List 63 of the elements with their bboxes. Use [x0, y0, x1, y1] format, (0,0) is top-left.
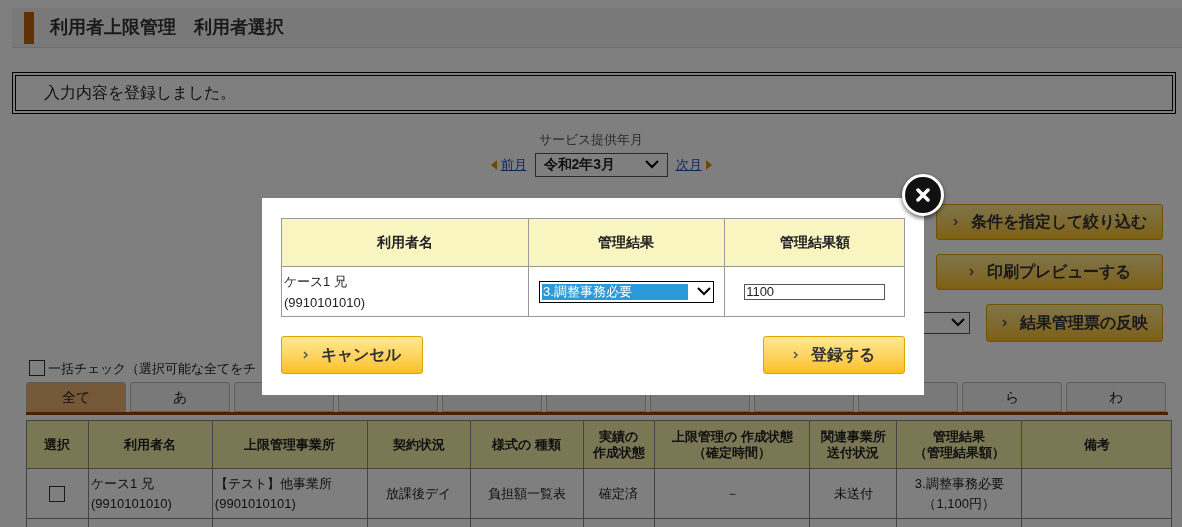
prev-month-link[interactable]: 前月: [500, 154, 527, 175]
cell-text: 放課後デイ: [386, 484, 452, 503]
kana-tab[interactable]: ら: [962, 382, 1062, 412]
chevron-icon: [952, 217, 959, 226]
cell-text: (9901010101): [214, 494, 296, 513]
chevron-icon: [968, 267, 975, 276]
action-button[interactable]: 条件を指定して絞り込む: [936, 203, 1163, 240]
triangle-icon: [490, 159, 497, 170]
cell-text: 未送付: [833, 484, 873, 503]
kana-tab[interactable]: 全て: [26, 382, 126, 412]
kana-tab[interactable]: あ: [130, 382, 230, 412]
header-text: 上限管理事業所: [244, 436, 336, 453]
chevron-down-icon: [951, 318, 965, 327]
cell-text: 確定済: [599, 484, 639, 503]
header-text: 様式の 種類: [492, 436, 561, 453]
bulk-checkbox[interactable]: [29, 360, 45, 377]
cancel-button[interactable]: キャンセル: [281, 336, 423, 374]
chevron-down-icon: [696, 287, 711, 296]
header-text: 実績の: [599, 428, 639, 445]
triangle-icon: [705, 159, 712, 170]
cell-text: －: [725, 484, 739, 503]
cell-text: 負担額一覧表: [487, 484, 566, 503]
header-text: 作成状態: [593, 444, 645, 461]
amount-field[interactable]: 1100: [744, 283, 886, 300]
next-month-link[interactable]: 次月: [675, 154, 702, 175]
result-select[interactable]: 3.調整事務必要: [538, 280, 714, 303]
bulk-check-label: 一括チェック（選択可能な全てをチ: [48, 359, 256, 378]
kana-tab[interactable]: わ: [1066, 382, 1166, 412]
header-text: 送付状況: [827, 444, 880, 461]
row-checkbox[interactable]: [49, 485, 66, 502]
chevron-down-icon: [644, 160, 659, 169]
header-text: 上限管理の 作成状態: [672, 428, 793, 445]
close-icon: [916, 188, 930, 202]
reflect-button[interactable]: 結果管理票の反映: [986, 303, 1163, 342]
chevron-icon: [303, 351, 309, 359]
column-header: 管理結果: [528, 219, 726, 267]
cell-text: 3.調整事務必要: [914, 474, 1004, 493]
header-text: （管理結果額）: [913, 444, 1005, 461]
cell-text: ケース1 兄: [90, 474, 154, 493]
header-text: 利用者名: [124, 436, 177, 453]
submit-button[interactable]: 登録する: [763, 336, 905, 374]
header-text: 選択: [44, 436, 71, 453]
message-text: 入力内容を登録しました。: [44, 83, 236, 103]
column-header: 利用者名: [282, 219, 529, 267]
title-accent: [24, 11, 34, 44]
month-select[interactable]: 令和2年3月: [534, 152, 668, 177]
header-text: 関連事業所: [820, 428, 886, 445]
cell-text: (9910101010): [90, 494, 172, 513]
chevron-icon: [1001, 318, 1008, 327]
cell-text: 【テスト】他事業所: [214, 474, 332, 493]
column-header: 管理結果額: [725, 219, 905, 267]
header-text: 契約状況: [392, 436, 445, 453]
chevron-icon: [793, 351, 799, 359]
user-code: (9910101010): [284, 293, 366, 312]
action-button[interactable]: 印刷プレビューする: [936, 253, 1163, 290]
user-name: ケース1 兄: [284, 272, 348, 291]
close-button[interactable]: [902, 174, 944, 216]
header-text: 備考: [1083, 436, 1110, 453]
header-text: （確定時間）: [693, 444, 772, 461]
header-text: 管理結果: [933, 428, 986, 445]
page-title: 利用者上限管理 利用者選択: [50, 16, 284, 39]
cell-text: （1,100円）: [923, 494, 995, 513]
period-label: サービス提供年月: [538, 131, 644, 149]
